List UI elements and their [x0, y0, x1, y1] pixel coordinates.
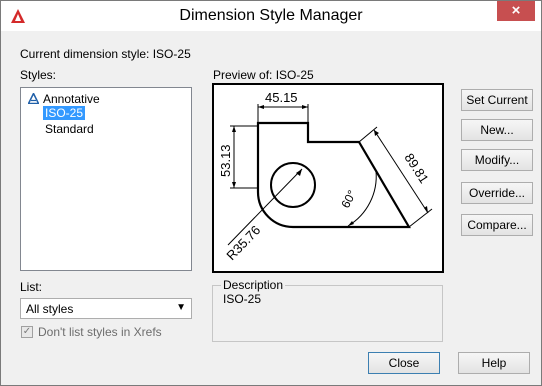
preview-drawing: 45.15 53.13 89.81 60° R35.76 — [218, 90, 433, 263]
xref-checkbox-label: Don't list styles in Xrefs — [38, 325, 162, 339]
dim-text-angle: 60° — [338, 188, 359, 211]
styles-list[interactable]: Annotative ISO-25 Standard — [20, 87, 192, 271]
description-legend: Description — [221, 278, 286, 292]
dialog-window: Dimension Style Manager × Current dimens… — [0, 0, 542, 386]
dim-text-top: 45.15 — [265, 90, 298, 105]
modify-button[interactable]: Modify... — [461, 149, 533, 171]
list-label: List: — [20, 280, 43, 294]
close-button[interactable]: Close — [368, 352, 440, 374]
close-window-button[interactable]: × — [497, 1, 535, 21]
preview-label: Preview of: ISO-25 — [213, 68, 314, 82]
override-button[interactable]: Override... — [461, 182, 533, 204]
list-item-label: Standard — [45, 122, 94, 136]
description-text: ISO-25 — [223, 292, 262, 306]
current-style-label: Current dimension style: ISO-25 — [20, 47, 191, 61]
styles-label: Styles: — [20, 68, 57, 82]
list-item-label: ISO-25 — [43, 106, 86, 120]
list-filter-select[interactable]: All styles ▼ — [20, 298, 192, 319]
title-bar: Dimension Style Manager × — [1, 1, 541, 31]
compare-button[interactable]: Compare... — [461, 214, 533, 236]
annotative-icon — [27, 91, 40, 105]
list-item-standard[interactable]: Standard — [45, 122, 94, 136]
dim-text-diagonal: 89.81 — [401, 150, 431, 185]
help-button[interactable]: Help — [458, 352, 530, 374]
set-current-button[interactable]: Set Current — [461, 89, 533, 111]
style-preview: 45.15 53.13 89.81 60° R35.76 — [212, 83, 444, 273]
window-title: Dimension Style Manager — [179, 7, 363, 24]
dim-text-left: 53.13 — [218, 144, 233, 177]
chevron-down-icon: ▼ — [176, 302, 186, 313]
list-item-label: Annotative — [43, 92, 100, 106]
new-button[interactable]: New... — [461, 119, 533, 141]
xref-checkbox[interactable]: ✓ — [21, 326, 33, 338]
list-filter-value: All styles — [26, 302, 74, 316]
list-item-annotative[interactable]: Annotative — [27, 91, 100, 106]
list-item-iso-25[interactable]: ISO-25 — [43, 106, 86, 120]
